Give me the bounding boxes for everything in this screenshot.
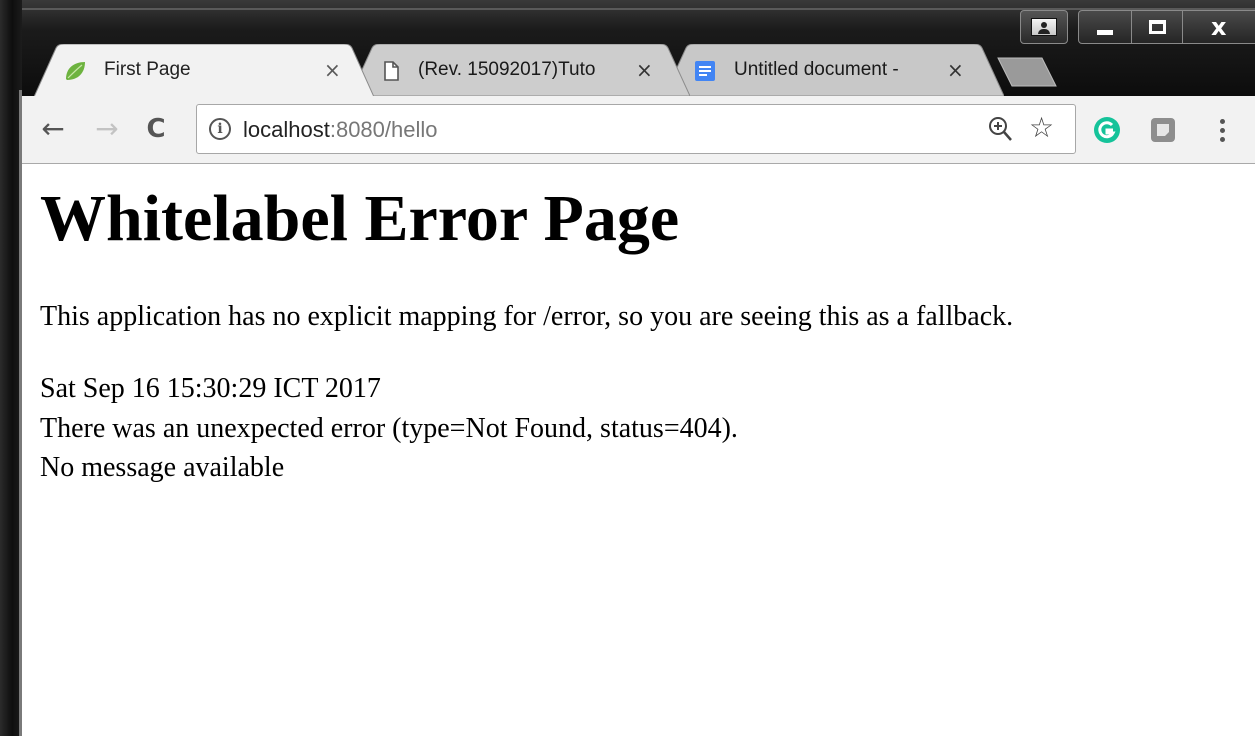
forward-button[interactable]: →	[90, 112, 124, 146]
close-window-icon: x	[1211, 13, 1227, 41]
tab-first-page[interactable]: First Page ×	[34, 44, 374, 96]
tab-close-button[interactable]: ×	[636, 56, 653, 84]
info-icon[interactable]: i	[209, 118, 231, 140]
title-bar-edge	[14, 8, 1255, 10]
google-docs-icon	[695, 61, 715, 81]
close-window-button[interactable]: x	[1182, 10, 1255, 44]
profile-icon	[1031, 18, 1057, 36]
spring-leaf-icon	[66, 62, 85, 80]
document-icon	[384, 61, 399, 81]
new-tab-button[interactable]	[996, 56, 1058, 88]
maximize-icon	[1149, 20, 1166, 34]
window-frame-border	[19, 90, 22, 736]
page-content: Whitelabel Error Page This application h…	[22, 165, 1255, 736]
back-button[interactable]: ←	[36, 112, 70, 146]
tab-rev-tutorial[interactable]: (Rev. 15092017)Tuto ×	[350, 44, 690, 96]
tab-close-button[interactable]: ×	[947, 56, 964, 84]
tab-untitled-document[interactable]: Untitled document - ×	[664, 44, 1004, 96]
tab-title: First Page	[104, 59, 191, 80]
grammarly-icon[interactable]	[1093, 116, 1121, 144]
page-title: Whitelabel Error Page	[40, 182, 680, 255]
url-host: localhost	[243, 117, 330, 142]
minimize-icon	[1097, 30, 1113, 35]
bookmark-star-icon[interactable]: ☆	[1029, 111, 1054, 145]
error-explanation: This application has no explicit mapping…	[40, 301, 1014, 332]
browser-menu-icon[interactable]	[1212, 116, 1232, 146]
address-bar[interactable]: i localhost:8080/hello ☆	[196, 104, 1076, 154]
extension-icon[interactable]	[1150, 117, 1176, 143]
error-message: No message available	[40, 452, 285, 483]
maximize-button[interactable]	[1131, 10, 1183, 44]
browser-toolbar: ← → C i localhost:8080/hello ☆	[22, 96, 1255, 164]
tab-title: (Rev. 15092017)Tuto	[418, 59, 596, 80]
zoom-icon[interactable]	[987, 115, 1013, 143]
tab-close-button[interactable]: ×	[324, 56, 341, 84]
browser-window: x Untitled document - × (Rev. 15092017)T…	[0, 0, 1255, 736]
reload-button[interactable]: C	[139, 112, 173, 146]
url-path: :8080/hello	[329, 117, 438, 142]
minimize-button[interactable]	[1078, 10, 1132, 44]
url-text[interactable]: localhost:8080/hello	[243, 117, 438, 143]
error-description: There was an unexpected error (type=Not …	[40, 413, 738, 444]
error-timestamp: Sat Sep 16 15:30:29 ICT 2017	[40, 373, 381, 404]
tab-title: Untitled document -	[734, 59, 899, 80]
profile-button[interactable]	[1020, 10, 1068, 44]
